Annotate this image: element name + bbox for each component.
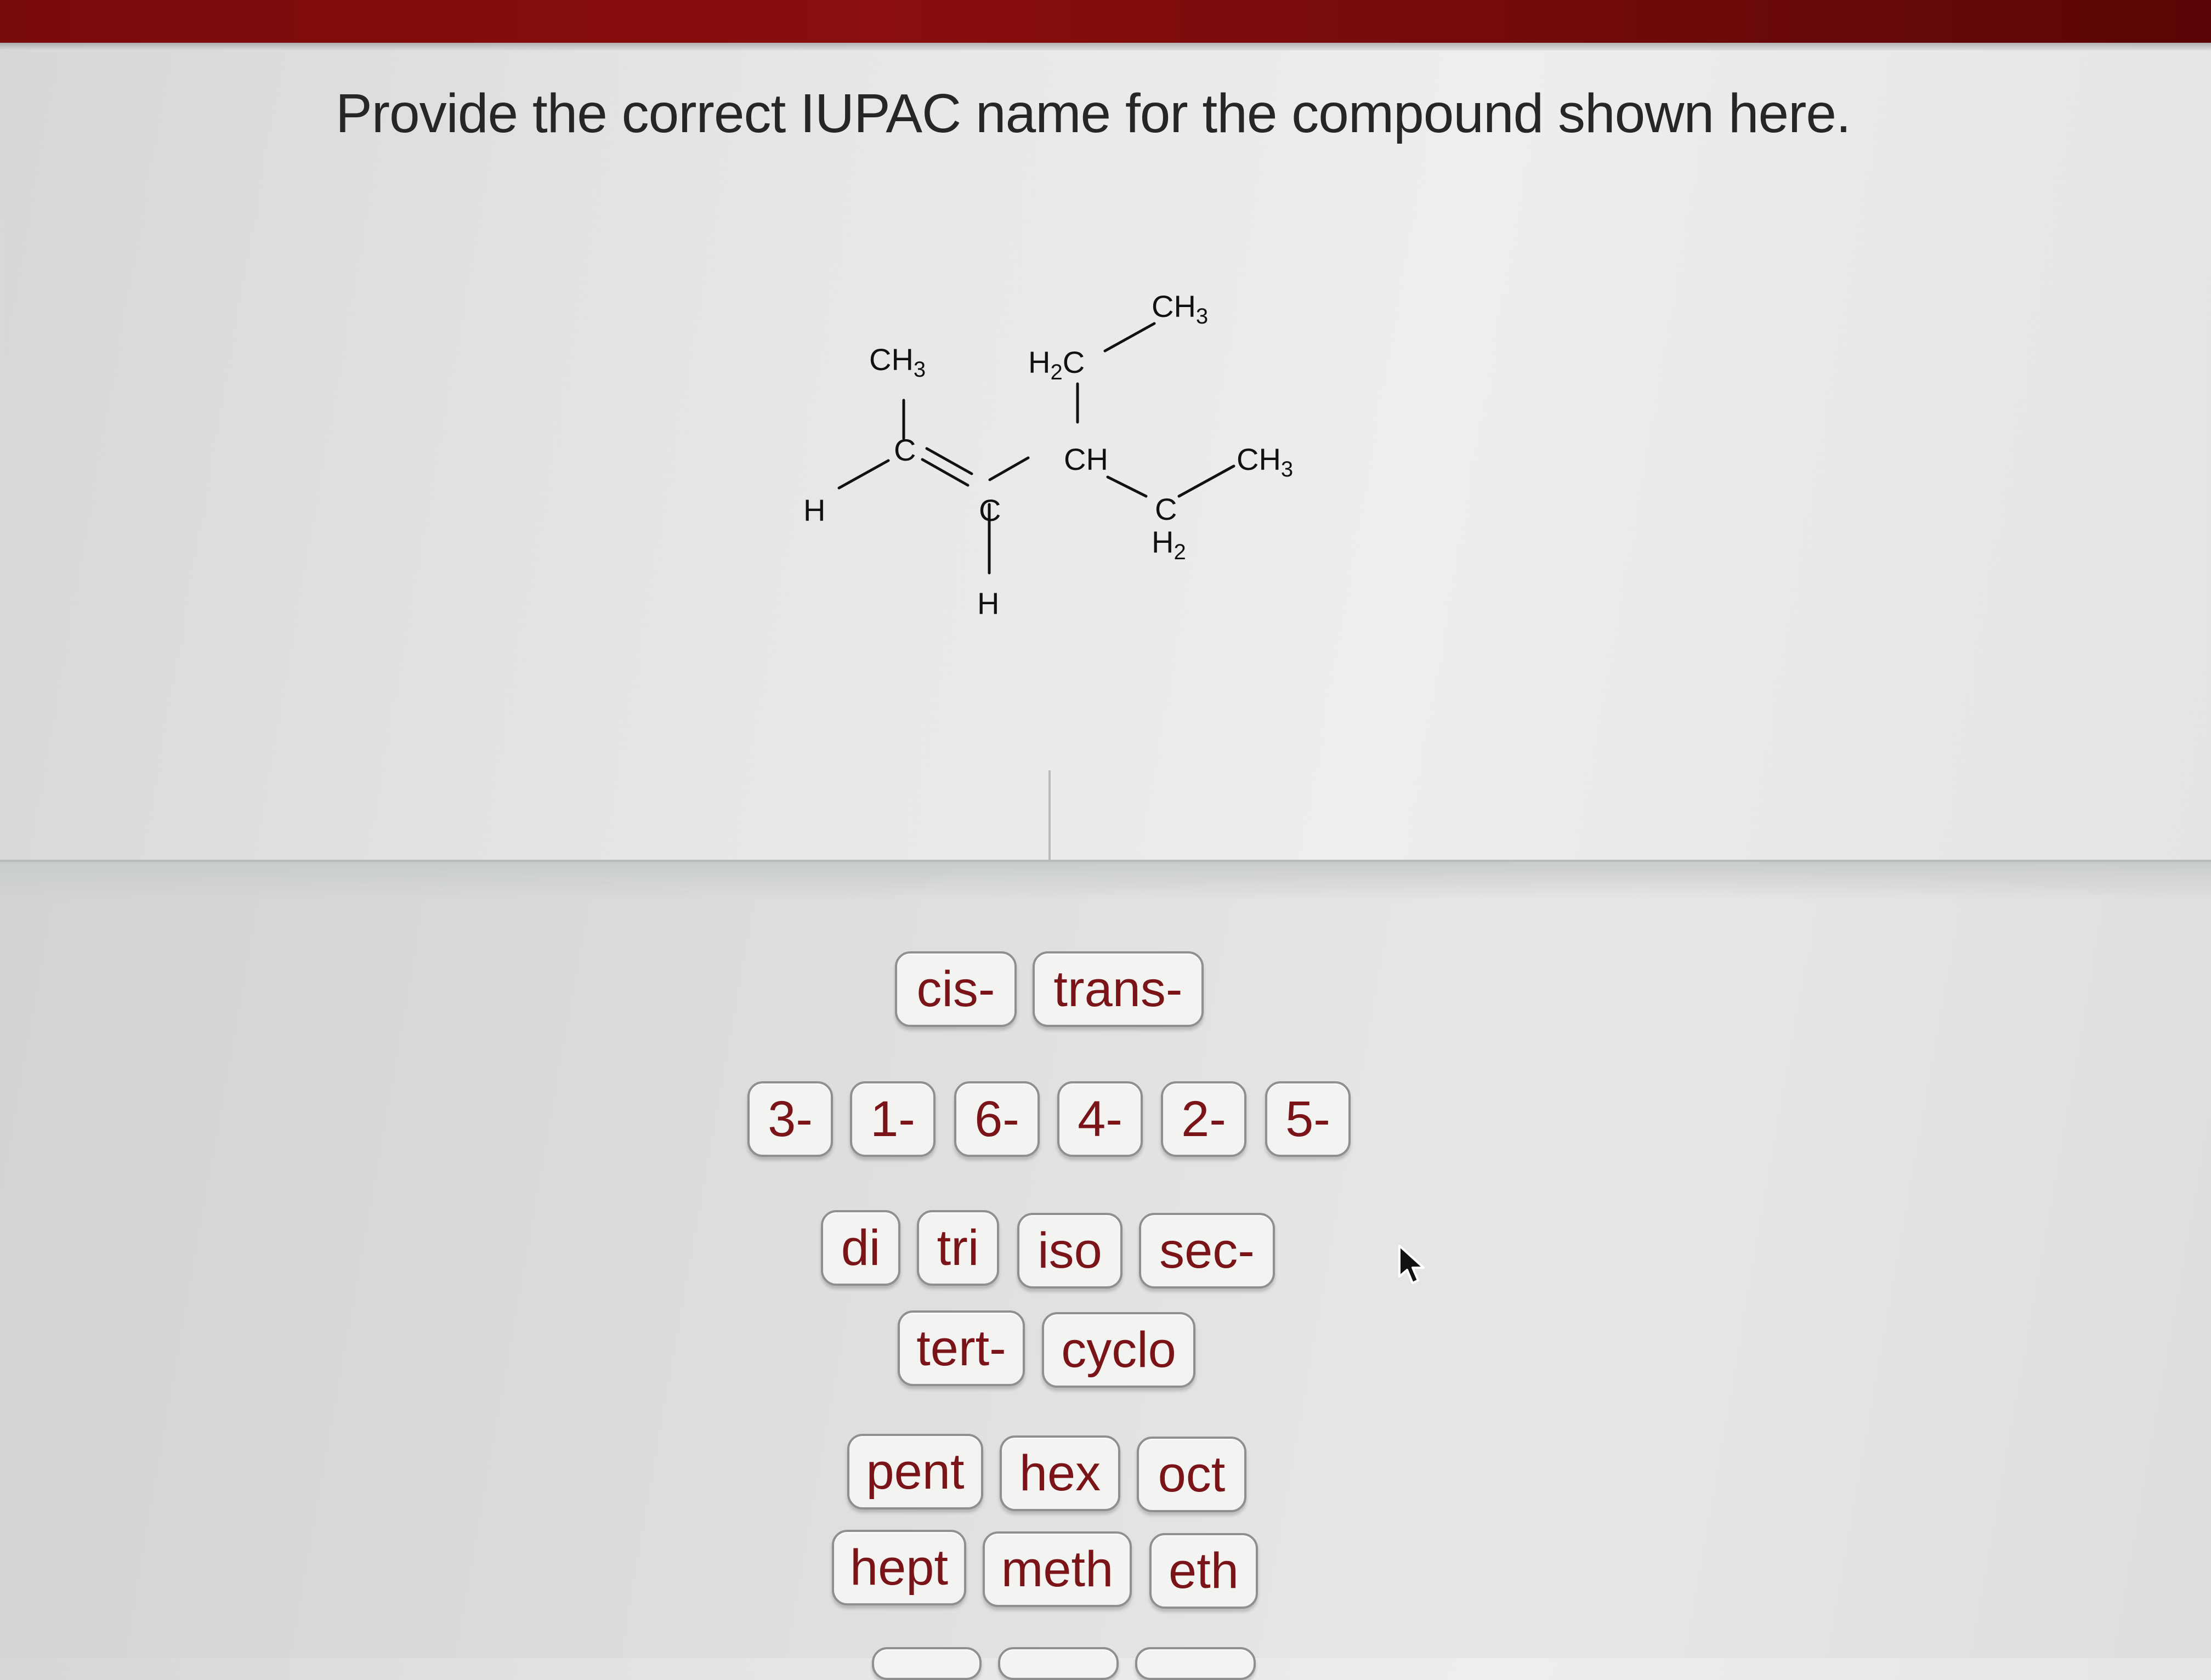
tile-locant-1[interactable]: 1- [850, 1081, 936, 1157]
label-ch3-right: CH3 [1237, 442, 1293, 481]
label-c2: C [979, 493, 1001, 527]
tile-partial-1[interactable] [872, 1647, 982, 1680]
bond-double-b [925, 447, 973, 475]
answer-box-caret [1048, 770, 1051, 866]
bond-ch-ch2 [1106, 475, 1148, 498]
label-ch3-left: CH3 [869, 342, 926, 382]
tile-locant-5[interactable]: 5- [1265, 1081, 1351, 1157]
bond-c2-ch [988, 456, 1030, 481]
label-h-bottom: H [977, 586, 999, 621]
browser-top-bar [0, 0, 2211, 43]
tile-root-meth[interactable]: meth [983, 1531, 1132, 1607]
molecule-structure: CH3 H2C CH3 C C CH CH3 H H C H2 [803, 289, 1293, 621]
tile-trans[interactable]: trans- [1033, 951, 1204, 1027]
tile-locant-4[interactable]: 4- [1057, 1081, 1143, 1157]
tile-prefix-tri[interactable]: tri [917, 1210, 999, 1286]
bond-double-a [921, 458, 970, 487]
tile-root-hept[interactable]: hept [832, 1530, 966, 1605]
tile-prefix-sec[interactable]: sec- [1139, 1213, 1275, 1289]
tile-root-hex[interactable]: hex [1000, 1435, 1120, 1511]
bond-h2c-ch3 [1103, 322, 1156, 353]
label-h-left: H [803, 493, 825, 527]
tile-root-eth[interactable]: eth [1149, 1533, 1258, 1609]
tile-prefix-cyclo[interactable]: cyclo [1042, 1312, 1195, 1388]
label-c1: C [894, 433, 916, 467]
tile-locant-2[interactable]: 2- [1161, 1081, 1246, 1157]
tile-prefix-iso[interactable]: iso [1017, 1213, 1122, 1289]
mouse-pointer-icon [1398, 1245, 1425, 1284]
tile-prefix-tert[interactable]: tert- [898, 1310, 1025, 1386]
tile-root-oct[interactable]: oct [1137, 1437, 1246, 1512]
label-h2c: H2C [1028, 345, 1085, 384]
tile-cis[interactable]: cis- [895, 951, 1017, 1027]
tile-prefix-di[interactable]: di [821, 1210, 900, 1286]
tile-root-pent[interactable]: pent [847, 1434, 983, 1509]
label-c-h2: C [1155, 492, 1177, 526]
label-h2: H2 [1152, 525, 1186, 564]
bond-h-c1 [837, 459, 890, 490]
label-ch: CH [1064, 442, 1108, 476]
label-ch3-top: CH3 [1152, 289, 1208, 328]
top-bar-shadow [0, 43, 2211, 50]
panel-shade [0, 862, 2211, 900]
tile-locant-6[interactable]: 6- [954, 1081, 1040, 1157]
tile-partial-3[interactable] [1135, 1647, 1256, 1680]
bond-ch2-ch3 [1177, 464, 1235, 498]
tile-locant-3[interactable]: 3- [747, 1081, 833, 1157]
question-prompt: Provide the correct IUPAC name for the c… [336, 83, 1851, 144]
tile-partial-2[interactable] [998, 1647, 1119, 1680]
